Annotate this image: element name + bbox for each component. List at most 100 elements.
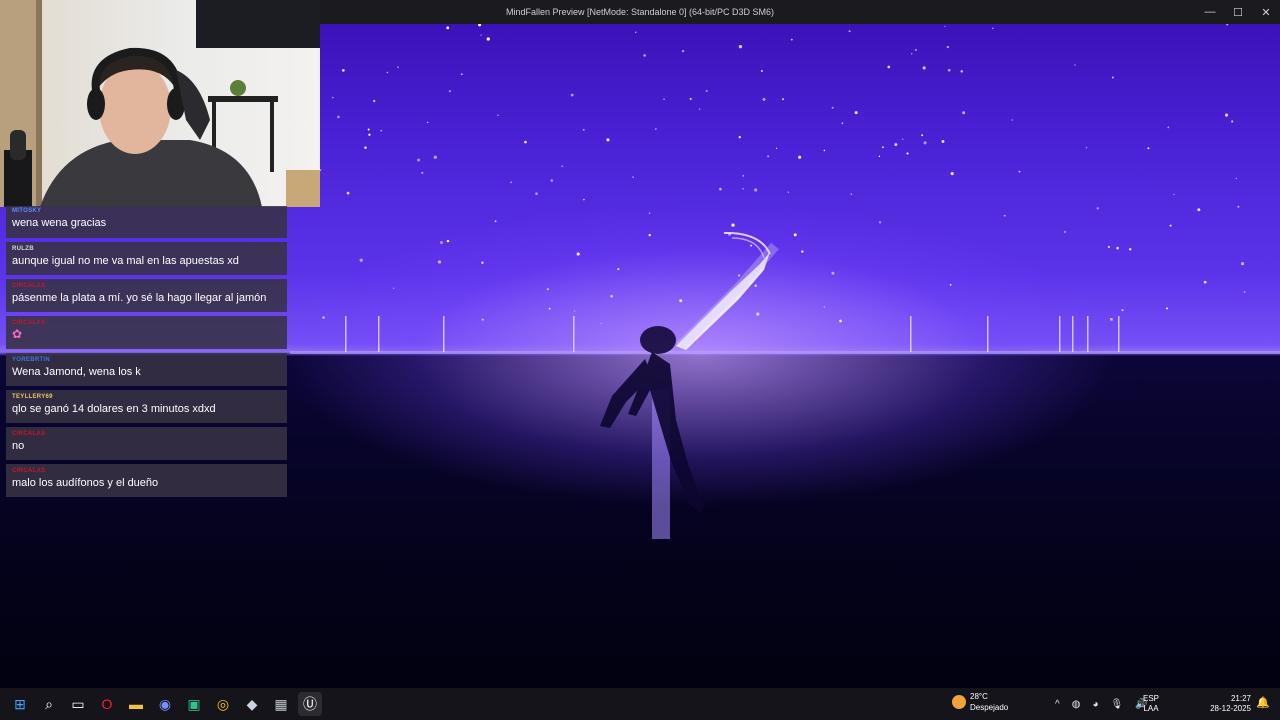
star: [801, 250, 804, 253]
star: [1147, 147, 1150, 150]
star: [894, 143, 898, 146]
pink-emote-icon: ✿: [12, 327, 23, 341]
language-code: ESP: [1143, 694, 1160, 703]
star: [346, 191, 350, 195]
star: [823, 306, 826, 308]
star: [460, 73, 463, 76]
horizon-pole: [910, 316, 912, 352]
chat-message: TEYLLERY69 qlo se ganó 14 dolares en 3 m…: [6, 390, 287, 423]
star: [417, 158, 421, 162]
star: [448, 90, 451, 93]
notification-bell-icon[interactable]: 🔔: [1256, 696, 1270, 709]
star: [728, 232, 731, 236]
star: [878, 221, 882, 224]
star: [748, 282, 751, 285]
language-indicator[interactable]: ESP LAA: [1143, 694, 1159, 714]
star: [648, 212, 651, 214]
star: [1111, 76, 1114, 79]
star: [386, 71, 389, 74]
star: [731, 223, 735, 227]
chat-text: ✿: [12, 327, 281, 343]
microphone-icon[interactable]: 🎙: [1110, 699, 1123, 710]
star: [576, 252, 580, 256]
chat-text: pásenme la plata a mí. yo sé la hago lle…: [12, 292, 267, 304]
star: [1107, 245, 1111, 249]
star: [914, 48, 917, 51]
weather-moon-icon: [952, 695, 966, 709]
star: [992, 27, 994, 30]
chrome-icon[interactable]: ◎: [211, 692, 235, 716]
windows-taskbar: ⊞ ⌕ ▭ O ▬ ◉ ▣ ◎ ◆ ▦ Ⓤ 28°C Despejado ^ ◍ ◕ 🎙 🔊 ESP…: [0, 688, 1280, 720]
tray-overflow-chevron-icon[interactable]: ^: [1055, 699, 1060, 710]
clock-time: 21:27: [1230, 694, 1251, 703]
star: [719, 187, 722, 191]
close-button[interactable]: ✕: [1252, 0, 1280, 24]
star: [421, 171, 424, 174]
star: [941, 139, 945, 143]
weather-widget[interactable]: 28°C Despejado: [952, 691, 1008, 713]
calculator-icon[interactable]: ▦: [269, 692, 293, 716]
star: [737, 274, 741, 277]
star: [359, 258, 363, 262]
star: [689, 97, 692, 100]
chat-message: YOREBRTIN Wena Jamond, wena los k: [6, 353, 287, 386]
taskbar-clock[interactable]: 21:27 28-12-2025: [1205, 694, 1251, 714]
star: [481, 261, 484, 265]
chat-text: wena wena gracias: [12, 217, 107, 229]
opera-icon[interactable]: O: [95, 692, 119, 716]
star: [960, 70, 963, 73]
plant: [230, 80, 246, 96]
star: [887, 65, 891, 69]
star: [742, 175, 744, 177]
star: [648, 233, 651, 237]
chat-username: TEYLLERY69: [12, 394, 53, 400]
horizon-pole: [345, 316, 347, 352]
app-green-icon[interactable]: ▣: [182, 692, 206, 716]
discord-icon[interactable]: ◉: [153, 692, 177, 716]
tray-app-icon[interactable]: ◍: [1072, 699, 1081, 710]
star: [767, 155, 770, 158]
star: [617, 267, 620, 271]
streamer-shirt: [40, 140, 262, 207]
chat-username: CIRCALAS: [12, 320, 46, 326]
tray-speed-icon[interactable]: ◕: [1092, 699, 1098, 710]
star: [1203, 280, 1207, 284]
file-explorer-icon[interactable]: ▬: [124, 692, 148, 716]
star: [1243, 291, 1246, 293]
windows-start-icon[interactable]: ⊞: [8, 692, 32, 716]
star: [1165, 307, 1168, 310]
star: [1011, 119, 1013, 121]
star: [524, 140, 527, 144]
horizon-poles: [345, 316, 1120, 352]
star: [480, 34, 482, 36]
steam-icon[interactable]: ◆: [240, 692, 264, 716]
star: [510, 181, 513, 184]
star: [1074, 64, 1076, 66]
star: [632, 176, 634, 178]
star: [364, 146, 367, 150]
desktop-screen: MindFallen Preview [NetMode: Standalone …: [0, 0, 1280, 720]
star: [550, 179, 554, 182]
star: [831, 106, 834, 109]
minimize-button[interactable]: —: [1196, 0, 1224, 24]
horizon-pole: [987, 316, 989, 352]
search-icon[interactable]: ⌕: [37, 692, 61, 716]
chat-username: MITOSKY: [12, 208, 42, 214]
star: [947, 68, 951, 72]
chat-message: CIRCALAS no: [6, 427, 287, 460]
unreal-engine-icon[interactable]: Ⓤ: [298, 692, 322, 716]
star: [902, 138, 904, 140]
star: [906, 152, 909, 155]
chat-text: no: [12, 440, 25, 452]
star: [1224, 113, 1229, 117]
horizon-pole: [1072, 316, 1074, 352]
star: [949, 284, 952, 286]
star: [478, 24, 482, 27]
task-view-icon[interactable]: ▭: [66, 692, 90, 716]
star: [944, 25, 946, 27]
chat-message: RULZB aunque igual no me va mal en las a…: [6, 242, 287, 275]
star: [535, 192, 538, 195]
window-controls: — ☐ ✕: [1196, 0, 1280, 24]
maximize-button[interactable]: ☐: [1224, 0, 1252, 24]
starfield: [319, 24, 1246, 325]
